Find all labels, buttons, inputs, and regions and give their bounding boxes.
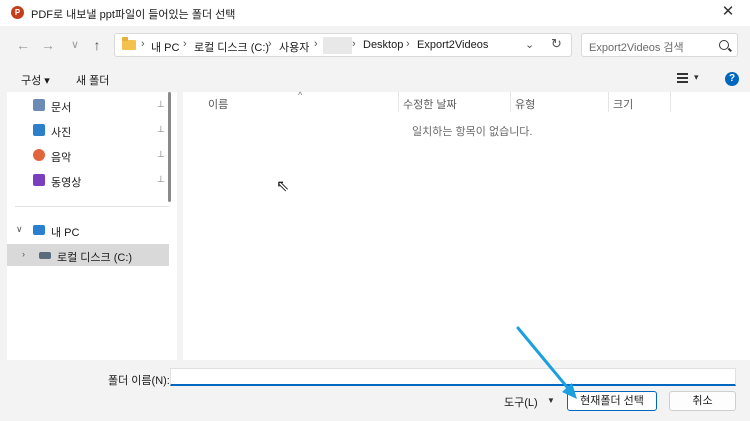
- folder-name-label: 폴더 이름(N):: [108, 375, 170, 387]
- chevron-icon: ›: [406, 38, 410, 50]
- documents-icon: [33, 99, 45, 111]
- chevron-icon: ›: [268, 38, 272, 50]
- navigation-bar: ← → ∨ ↑ › 내 PC › 로컬 디스크 (C:) › 사용자 › › D…: [0, 26, 750, 66]
- chevron-right-icon[interactable]: ›: [22, 249, 25, 259]
- breadcrumb-desktop[interactable]: Desktop: [363, 39, 403, 51]
- column-header-modified[interactable]: 수정한 날짜: [403, 96, 457, 112]
- column-divider[interactable]: [510, 92, 511, 112]
- file-list-pane: ^ 이름 수정한 날짜 유형 크기 일치하는 항목이 없습니다. ⇖: [183, 90, 750, 360]
- help-icon[interactable]: ?: [725, 72, 739, 86]
- chevron-down-icon[interactable]: ⌄: [525, 38, 534, 51]
- sidebar-scrollbar[interactable]: [168, 92, 171, 202]
- pin-icon: ⊥: [157, 174, 165, 184]
- computer-icon: [33, 225, 45, 235]
- pin-icon: ⊥: [157, 124, 165, 134]
- sidebar-divider: [15, 206, 169, 207]
- breadcrumb-local-disk[interactable]: 로컬 디스크 (C:): [194, 39, 269, 55]
- chevron-down-icon[interactable]: ▾: [694, 72, 699, 83]
- column-divider[interactable]: [608, 92, 609, 112]
- drive-icon: [39, 252, 51, 259]
- new-folder-button[interactable]: 새 폴더: [76, 72, 109, 88]
- sidebar-item-local-disk[interactable]: › 로컬 디스크 (C:): [7, 244, 169, 266]
- search-placeholder: Export2Videos 검색: [589, 42, 684, 54]
- breadcrumb-this-pc[interactable]: 내 PC: [151, 39, 179, 55]
- refresh-icon[interactable]: ↻: [551, 36, 562, 52]
- folder-name-field[interactable]: [170, 368, 736, 386]
- folder-picker-dialog: P PDF로 내보낼 ppt파일이 들어있는 폴더 선택 ✕ ← → ∨ ↑ ›…: [0, 0, 750, 421]
- back-button[interactable]: ←: [13, 35, 33, 55]
- music-icon: [33, 149, 45, 161]
- powerpoint-icon: P: [11, 6, 24, 19]
- sidebar-item-label: 동영상: [51, 177, 82, 189]
- mouse-cursor-icon: ⇖: [276, 178, 290, 195]
- sidebar-item-documents[interactable]: 문서 ⊥: [7, 94, 169, 116]
- search-icon: [719, 40, 729, 50]
- breadcrumb-export2videos[interactable]: Export2Videos: [417, 39, 488, 51]
- chevron-icon: ›: [141, 38, 145, 50]
- chevron-icon: ›: [183, 38, 187, 50]
- up-button[interactable]: ↑: [87, 35, 107, 55]
- column-divider[interactable]: [398, 92, 399, 112]
- sidebar-item-label: 문서: [51, 102, 72, 114]
- organize-button[interactable]: 구성 ▾: [21, 72, 50, 88]
- pictures-icon: [33, 124, 45, 136]
- breadcrumb-users[interactable]: 사용자: [279, 39, 309, 55]
- chevron-down-icon[interactable]: ∨: [16, 224, 23, 235]
- dialog-footer: 폴더 이름(N): 도구(L) ▼ 현재폴더 선택 취소: [0, 360, 750, 421]
- breadcrumb-user-name-redacted[interactable]: [323, 37, 352, 54]
- column-header-name[interactable]: 이름: [208, 96, 228, 112]
- sidebar-item-label: 사진: [51, 127, 72, 139]
- pin-icon: ⊥: [157, 99, 165, 109]
- empty-folder-message: 일치하는 항목이 없습니다.: [412, 126, 533, 138]
- title-bar: P PDF로 내보낼 ppt파일이 들어있는 폴더 선택 ✕: [0, 0, 750, 26]
- forward-button[interactable]: →: [38, 35, 58, 55]
- address-bar[interactable]: › 내 PC › 로컬 디스크 (C:) › 사용자 › › Desktop ›…: [114, 33, 572, 57]
- sidebar-item-label: 음악: [51, 152, 72, 164]
- videos-icon: [33, 174, 45, 186]
- column-divider[interactable]: [670, 92, 671, 112]
- recent-locations-button[interactable]: ∨: [65, 35, 85, 55]
- sidebar-item-music[interactable]: 음악 ⊥: [7, 144, 169, 166]
- tools-button[interactable]: 도구(L): [504, 394, 538, 410]
- search-input[interactable]: Export2Videos 검색: [581, 33, 738, 57]
- select-folder-button[interactable]: 현재폴더 선택: [567, 391, 657, 411]
- dialog-title: PDF로 내보낼 ppt파일이 들어있는 폴더 선택: [31, 9, 236, 21]
- sidebar-item-label: 내 PC: [51, 227, 80, 239]
- close-icon[interactable]: ✕: [718, 2, 738, 22]
- sidebar-item-this-pc[interactable]: ∨ 내 PC: [7, 219, 169, 241]
- sidebar-item-label: 로컬 디스크 (C:): [57, 252, 133, 264]
- chevron-icon: ›: [314, 38, 318, 50]
- column-header-size[interactable]: 크기: [613, 96, 633, 112]
- chevron-down-icon[interactable]: ▼: [547, 396, 555, 405]
- command-toolbar: 구성 ▾ 새 폴더 ▾ ?: [0, 66, 750, 92]
- navigation-pane: 문서 ⊥ 사진 ⊥ 음악 ⊥ 동영상 ⊥ ∨ 내 PC › 로컬 디스크 (C:…: [7, 92, 177, 360]
- sort-ascending-icon: ^: [298, 90, 303, 100]
- cancel-button[interactable]: 취소: [669, 391, 736, 411]
- sidebar-item-videos[interactable]: 동영상 ⊥: [7, 169, 169, 191]
- sidebar-item-pictures[interactable]: 사진 ⊥: [7, 119, 169, 141]
- column-header-type[interactable]: 유형: [515, 96, 535, 112]
- folder-icon: [122, 37, 136, 50]
- chevron-icon: ›: [352, 38, 356, 50]
- view-options-icon[interactable]: [677, 73, 688, 83]
- pin-icon: ⊥: [157, 149, 165, 159]
